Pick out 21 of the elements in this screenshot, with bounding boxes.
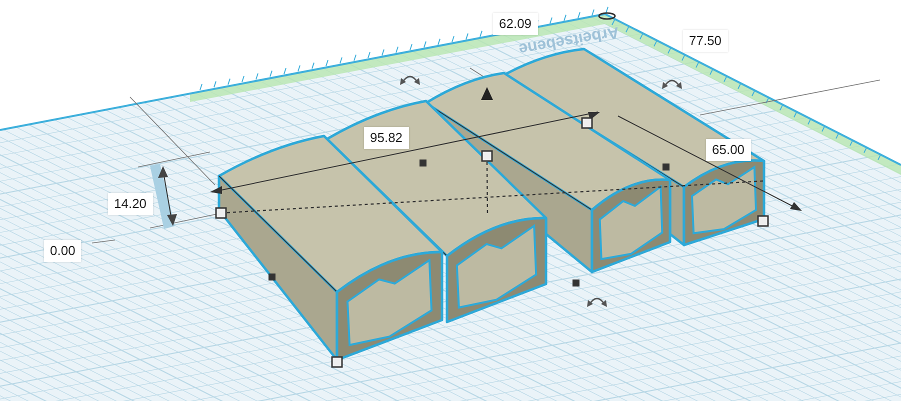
resize-handle[interactable] (420, 160, 426, 166)
height-arrow-drawing (150, 164, 177, 229)
resize-handle[interactable] (481, 150, 493, 162)
resize-handle[interactable] (331, 356, 343, 368)
resize-handle[interactable] (572, 280, 580, 286)
dimension-label[interactable]: 62.09 (493, 13, 538, 35)
resize-handle[interactable] (581, 117, 593, 129)
rotate-icon[interactable] (662, 80, 682, 89)
resize-handle[interactable] (757, 215, 769, 227)
resize-handle[interactable] (215, 207, 227, 219)
lift-cone-icon[interactable] (481, 87, 493, 100)
dimension-label[interactable]: 0.00 (44, 240, 82, 262)
rotate-icon[interactable] (587, 298, 607, 307)
dimension-label[interactable]: 77.50 (683, 30, 728, 52)
rotate-icon[interactable] (400, 76, 420, 85)
dimension-label[interactable]: 95.82 (364, 127, 409, 149)
dimension-label[interactable]: 65.00 (706, 139, 751, 161)
resize-handle[interactable] (268, 274, 276, 280)
resize-handle[interactable] (662, 164, 670, 170)
dimension-label[interactable]: 14.20 (108, 193, 153, 215)
rotate-handle-icon[interactable] (598, 12, 616, 20)
